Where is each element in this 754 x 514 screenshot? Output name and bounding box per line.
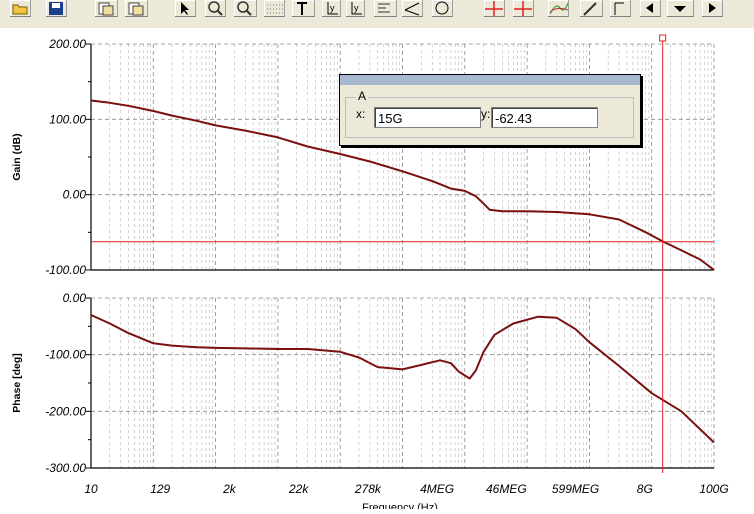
- y-tick-label: 100.00: [49, 112, 86, 126]
- x-value-field[interactable]: 15G: [374, 107, 481, 128]
- x-tick-label: 129: [150, 482, 170, 496]
- y-axis-label: Phase [deg]: [11, 353, 23, 413]
- cursor-a-icon[interactable]: [484, 0, 505, 17]
- y-value-field[interactable]: -62.43: [491, 107, 598, 128]
- cursor-group-label: A: [356, 89, 369, 103]
- dropdown-icon[interactable]: [667, 0, 694, 17]
- svg-text:y: y: [330, 3, 335, 13]
- cursor-b-icon[interactable]: [513, 0, 534, 17]
- y-tick-label: -100.00: [45, 263, 86, 277]
- format-icon[interactable]: [374, 0, 397, 17]
- x-axis-label: Frequency (Hz): [362, 502, 438, 509]
- cursor-readout-window[interactable]: A x: 15G y: -62.43: [339, 74, 641, 146]
- open-folder-icon[interactable]: [10, 0, 31, 17]
- x-tick-label: 8G: [637, 482, 653, 496]
- y-tick-label: 0.00: [63, 188, 87, 202]
- marker-icon[interactable]: [610, 0, 631, 17]
- svg-text:y: y: [354, 3, 359, 13]
- x-label: x:: [356, 107, 366, 121]
- pen-icon[interactable]: [580, 0, 603, 17]
- grid-icon[interactable]: [264, 0, 285, 17]
- cursor-a-handle[interactable]: [659, 34, 667, 42]
- save-icon[interactable]: [46, 0, 67, 17]
- x-tick-label: 100G: [699, 482, 728, 496]
- scroll-right-icon[interactable]: [702, 0, 723, 17]
- x-tick-label: 10: [84, 482, 98, 496]
- zoom-100-icon[interactable]: [234, 0, 257, 17]
- text-tool-icon[interactable]: [292, 0, 315, 17]
- y-tick-label: 0.00: [63, 291, 87, 305]
- y-tick-label: 200.00: [48, 37, 86, 51]
- cursor-window-titlebar[interactable]: [340, 75, 640, 85]
- axis-y-icon[interactable]: y: [322, 0, 341, 17]
- toolbar: yy: [0, 0, 754, 28]
- axis-y2-icon[interactable]: y: [346, 0, 365, 17]
- x-tick-label: 2k: [222, 482, 237, 496]
- x-tick-label: 599MEG: [552, 482, 599, 496]
- zoom-icon[interactable]: [205, 0, 226, 17]
- y-axis-label: Gain (dB): [11, 133, 23, 180]
- copy-icon[interactable]: [95, 0, 118, 17]
- x-tick-label: 278k: [354, 482, 382, 496]
- y-tick-label: -100.00: [45, 348, 86, 362]
- y-tick-label: -200.00: [45, 404, 86, 418]
- x-tick-label: 4MEG: [420, 482, 454, 496]
- y-tick-label: -300.00: [45, 461, 86, 475]
- pointer-icon[interactable]: [175, 0, 196, 17]
- paste-icon[interactable]: [125, 0, 148, 17]
- line-tool-icon[interactable]: [402, 0, 423, 17]
- circle-tool-icon[interactable]: [432, 0, 453, 17]
- x-tick-label: 22k: [288, 482, 309, 496]
- x-tick-label: 46MEG: [486, 482, 527, 496]
- curves-icon[interactable]: [548, 0, 569, 17]
- y-label: y:: [481, 107, 491, 121]
- scroll-left-icon[interactable]: [640, 0, 661, 17]
